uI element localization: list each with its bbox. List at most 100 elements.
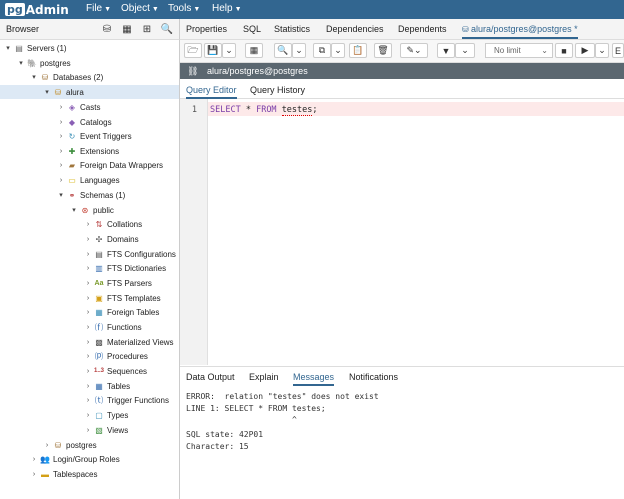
tab-statistics[interactable]: Statistics: [274, 24, 310, 34]
tree-node-servers[interactable]: ▾ ▤ Servers (1): [4, 41, 66, 55]
chevron-right-icon[interactable]: ›: [84, 236, 92, 243]
search-button[interactable]: 🔍: [274, 43, 292, 58]
tree-node-event-triggers[interactable]: › ↻ Event Triggers: [57, 129, 132, 143]
copy-button[interactable]: ⧉: [313, 43, 331, 58]
menu-file[interactable]: File ▼: [86, 3, 111, 14]
execute-button[interactable]: ▶: [575, 43, 595, 58]
tree-node-domains[interactable]: › ✣ Domains: [84, 232, 139, 246]
row-limit-select[interactable]: No limit ⌄: [485, 43, 553, 58]
tree-node-fts-templates[interactable]: › ▣ FTS Templates: [84, 291, 161, 305]
tree-node-postgres-db[interactable]: › ⛁ postgres: [43, 438, 97, 452]
chevron-right-icon[interactable]: ›: [84, 353, 92, 360]
tab-explain[interactable]: Explain: [249, 372, 279, 382]
chevron-right-icon[interactable]: ›: [84, 383, 92, 390]
chevron-right-icon[interactable]: ›: [84, 324, 92, 331]
chevron-right-icon[interactable]: ›: [57, 119, 65, 126]
tab-query-editor[interactable]: Query Editor: [186, 85, 237, 99]
tree-node-fts-configurations[interactable]: › ▤ FTS Configurations: [84, 247, 176, 261]
copy-dropdown-button[interactable]: ⌄: [331, 43, 345, 58]
chevron-right-icon[interactable]: ›: [57, 148, 65, 155]
connection-bar[interactable]: ⛓ alura/postgres@postgres: [180, 63, 624, 79]
delete-button[interactable]: 🗑: [374, 43, 392, 58]
tab-dependencies[interactable]: Dependencies: [326, 24, 384, 34]
chevron-down-icon[interactable]: ▾: [30, 73, 38, 81]
sql-editor[interactable]: 1 SELECT * FROM testes;: [180, 99, 624, 365]
find-button[interactable]: ▦: [245, 43, 263, 58]
open-file-button[interactable]: 🗁: [184, 43, 202, 58]
chevron-right-icon[interactable]: ›: [84, 412, 92, 419]
tab-notifications[interactable]: Notifications: [349, 372, 398, 382]
search-icon[interactable]: 🔍: [161, 23, 173, 35]
filter-button[interactable]: ▼: [437, 43, 455, 58]
tree-node-postgres-server[interactable]: ▾ 🐘 postgres: [17, 56, 70, 70]
tree-node-extensions[interactable]: › ✚ Extensions: [57, 144, 119, 158]
sql-code[interactable]: SELECT * FROM testes;: [210, 105, 318, 116]
tab-query-tool[interactable]: ⛁ alura/postgres@postgres *: [462, 24, 578, 39]
chevron-down-icon[interactable]: ▾: [57, 191, 65, 199]
stop-button[interactable]: ■: [555, 43, 573, 58]
chevron-right-icon[interactable]: ›: [84, 309, 92, 316]
chevron-right-icon[interactable]: ›: [84, 427, 92, 434]
paste-button[interactable]: 📋: [349, 43, 367, 58]
menu-tools[interactable]: Tools ▼: [168, 3, 200, 14]
tree-node-schemas[interactable]: ▾ ⚭ Schemas (1): [57, 188, 125, 202]
filter-dropdown-button[interactable]: ⌄: [455, 43, 475, 58]
chevron-right-icon[interactable]: ›: [30, 456, 38, 463]
tree-node-catalogs[interactable]: › ◆ Catalogs: [57, 115, 112, 129]
tree-node-casts[interactable]: › ◈ Casts: [57, 100, 101, 114]
chevron-right-icon[interactable]: ›: [84, 251, 92, 258]
filter-rows-icon[interactable]: ⊞: [141, 23, 153, 35]
tab-data-output[interactable]: Data Output: [186, 372, 235, 382]
chevron-right-icon[interactable]: ›: [57, 104, 65, 111]
edit-dropdown-button[interactable]: ✎⌄: [400, 43, 428, 58]
tree-node-tablespaces[interactable]: › ▬ Tablespaces: [30, 467, 98, 481]
chevron-down-icon[interactable]: ▾: [43, 88, 51, 96]
search-dropdown-button[interactable]: ⌄: [292, 43, 306, 58]
tree-node-collations[interactable]: › ⇅ Collations: [84, 217, 142, 231]
tree-node-tables[interactable]: › ▦ Tables: [84, 379, 130, 393]
view-data-icon[interactable]: ▦: [121, 23, 133, 35]
tree-node-trigger-functions[interactable]: › ⒯ Trigger Functions: [84, 393, 169, 407]
tree-node-foreign-tables[interactable]: › ▦ Foreign Tables: [84, 305, 160, 319]
chevron-right-icon[interactable]: ›: [43, 442, 51, 449]
tree-node-login-roles[interactable]: › 👥 Login/Group Roles: [30, 452, 120, 466]
tree-node-types[interactable]: › ▢ Types: [84, 408, 129, 422]
tree-node-public[interactable]: ▾ ⊛ public: [70, 203, 114, 217]
tab-dependents[interactable]: Dependents: [398, 24, 447, 34]
chevron-down-icon[interactable]: ▾: [70, 206, 78, 214]
tab-sql[interactable]: SQL: [243, 24, 261, 34]
tree-node-fdw[interactable]: › ▰ Foreign Data Wrappers: [57, 158, 163, 172]
chevron-right-icon[interactable]: ›: [84, 339, 92, 346]
chevron-right-icon[interactable]: ›: [57, 162, 65, 169]
tree-node-functions[interactable]: › ⒡ Functions: [84, 320, 142, 334]
explain-button[interactable]: E: [612, 43, 624, 58]
menu-object[interactable]: Object ▼: [121, 3, 159, 14]
save-button[interactable]: 💾: [204, 43, 222, 58]
tab-query-history[interactable]: Query History: [250, 85, 305, 95]
execute-dropdown-button[interactable]: ⌄: [595, 43, 609, 58]
chevron-right-icon[interactable]: ›: [84, 265, 92, 272]
save-dropdown-button[interactable]: ⌄: [222, 43, 236, 58]
tree-node-fts-dictionaries[interactable]: › ▥ FTS Dictionaries: [84, 261, 166, 275]
tree-node-languages[interactable]: › ▭ Languages: [57, 173, 120, 187]
tree-node-fts-parsers[interactable]: › Aa FTS Parsers: [84, 276, 152, 290]
tab-properties[interactable]: Properties: [186, 24, 227, 34]
chevron-right-icon[interactable]: ›: [57, 177, 65, 184]
tree-node-sequences[interactable]: › 1..3 Sequences: [84, 364, 147, 378]
chevron-right-icon[interactable]: ›: [84, 397, 92, 404]
tree-node-materialized-views[interactable]: › ▩ Materialized Views: [84, 335, 174, 349]
tree-node-views[interactable]: › ▧ Views: [84, 423, 128, 437]
tree-node-alura[interactable]: ▾ ⛁ alura: [0, 85, 179, 99]
tab-messages[interactable]: Messages: [293, 372, 335, 386]
chevron-down-icon[interactable]: ▾: [4, 44, 12, 52]
chevron-right-icon[interactable]: ›: [84, 221, 92, 228]
chevron-right-icon[interactable]: ›: [84, 280, 92, 287]
chevron-right-icon[interactable]: ›: [30, 471, 38, 478]
menu-help[interactable]: Help ▼: [212, 3, 242, 14]
chevron-right-icon[interactable]: ›: [84, 368, 92, 375]
chevron-right-icon[interactable]: ›: [57, 133, 65, 140]
chevron-down-icon[interactable]: ▾: [17, 59, 25, 67]
tree-node-databases[interactable]: ▾ ⛁ Databases (2): [30, 70, 103, 84]
tree-node-procedures[interactable]: › ⒫ Procedures: [84, 349, 148, 363]
chevron-right-icon[interactable]: ›: [84, 295, 92, 302]
